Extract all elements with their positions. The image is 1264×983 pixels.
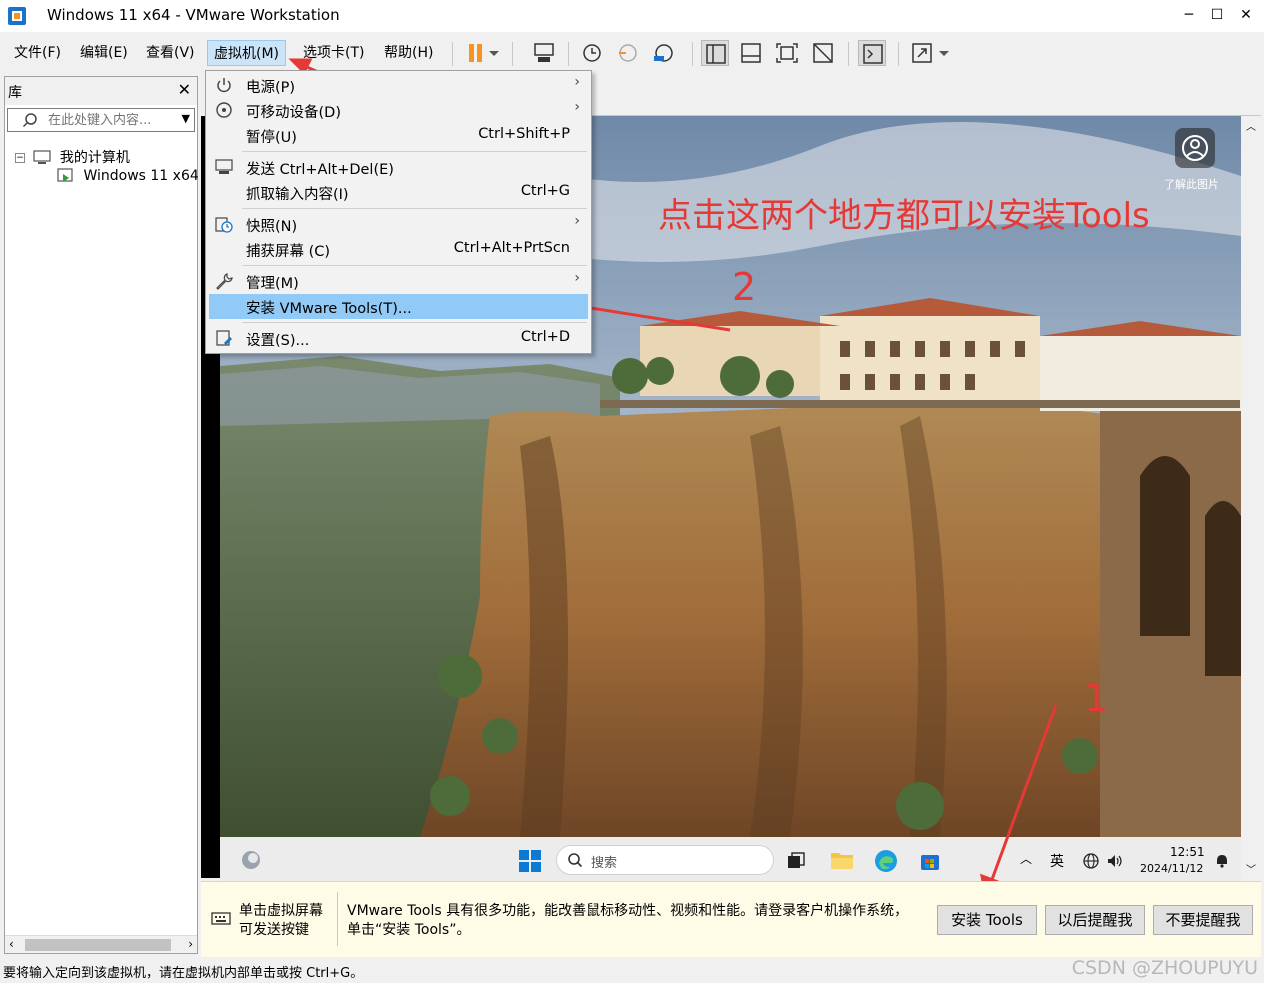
status-text: 要将输入定向到该虚拟机，请在虚拟机内部单击或按 Ctrl+G。 [3, 966, 364, 981]
menu-item-grab-input[interactable]: 抓取输入内容(I) Ctrl+G [209, 180, 588, 205]
removable-device-icon [216, 102, 232, 118]
vm-menu-dropdown: 电源(P) › 可移动设备(D) › 暂停(U) Ctrl+Shift+P 发送… [205, 70, 592, 354]
menu-separator [242, 265, 587, 266]
menu-item-label: 快照(N) [246, 219, 298, 235]
menu-item-pause[interactable]: 暂停(U) Ctrl+Shift+P [209, 123, 588, 148]
tools-bar-separator [337, 892, 338, 946]
install-tools-button[interactable]: 安装 Tools [937, 905, 1037, 935]
csdn-watermark: CSDN @ZHOUPUYU [1071, 957, 1258, 979]
menu-item-settings[interactable]: 设置(S)... Ctrl+D [209, 326, 588, 351]
menu-item-label: 抓取输入内容(I) [246, 187, 349, 203]
tools-hint-line2: 可发送按键 [239, 922, 309, 938]
submenu-arrow-icon: › [574, 270, 580, 286]
menu-item-label: 捕获屏幕 (C) [246, 244, 331, 260]
snapshot-icon [215, 217, 233, 233]
menu-separator [242, 322, 587, 323]
settings-icon [216, 330, 232, 346]
menu-item-label: 设置(S)... [246, 333, 310, 349]
menu-item-snapshot[interactable]: 快照(N) › [209, 212, 588, 237]
submenu-arrow-icon: › [574, 213, 580, 229]
annotation-arrows [288, 58, 1058, 900]
menu-item-shortcut: Ctrl+Shift+P [478, 126, 570, 142]
menu-item-send-ctrl-alt-del[interactable]: 发送 Ctrl+Alt+Del(E) [209, 155, 588, 180]
tools-hint: 单击虚拟屏幕 可发送按键 [239, 902, 323, 940]
menu-item-shortcut: Ctrl+G [520, 183, 570, 199]
menu-item-label: 安装 VMware Tools(T)... [246, 301, 412, 317]
menu-item-shortcut: Ctrl+Alt+PrtScn [453, 240, 570, 256]
submenu-arrow-icon: › [574, 99, 580, 115]
vmware-window: Windows 11 x64 - VMware Workstation ─ ☐ … [0, 0, 1264, 983]
never-remind-button[interactable]: 不要提醒我 [1153, 905, 1253, 935]
tools-hint-line1: 单击虚拟屏幕 [239, 903, 323, 919]
menu-separator [242, 151, 587, 152]
menu-item-label: 电源(P) [246, 80, 296, 96]
menu-item-capture-screen[interactable]: 捕获屏幕 (C) Ctrl+Alt+PrtScn [209, 237, 588, 262]
menu-item-shortcut: Ctrl+D [520, 329, 570, 345]
keyboard-icon [215, 159, 233, 174]
menu-item-label: 发送 Ctrl+Alt+Del(E) [246, 162, 394, 178]
tools-message: VMware Tools 具有很多功能，能改善鼠标移动性、视频和性能。请登录客户… [347, 903, 909, 938]
menu-item-label: 管理(M) [246, 276, 299, 292]
menu-item-install-vmware-tools[interactable]: 安装 VMware Tools(T)... [209, 294, 588, 319]
menu-separator [242, 208, 587, 209]
remind-later-button[interactable]: 以后提醒我 [1045, 905, 1145, 935]
menu-item-removable-devices[interactable]: 可移动设备(D) › [209, 98, 588, 123]
menu-item-power[interactable]: 电源(P) › [209, 73, 588, 98]
menu-item-manage[interactable]: 管理(M) › [209, 269, 588, 294]
wrench-icon [216, 273, 233, 290]
status-bar: 要将输入定向到该虚拟机，请在虚拟机内部单击或按 Ctrl+G。 CSDN @ZH… [0, 957, 1264, 983]
menu-item-label: 暂停(U) [246, 130, 297, 146]
menu-item-label: 可移动设备(D) [246, 105, 341, 121]
vmware-tools-bar: 单击虚拟屏幕 可发送按键 VMware Tools 具有很多功能，能改善鼠标移动… [201, 881, 1261, 957]
keyboard-hint-icon [211, 912, 231, 925]
submenu-arrow-icon: › [574, 74, 580, 90]
power-icon [217, 78, 231, 93]
